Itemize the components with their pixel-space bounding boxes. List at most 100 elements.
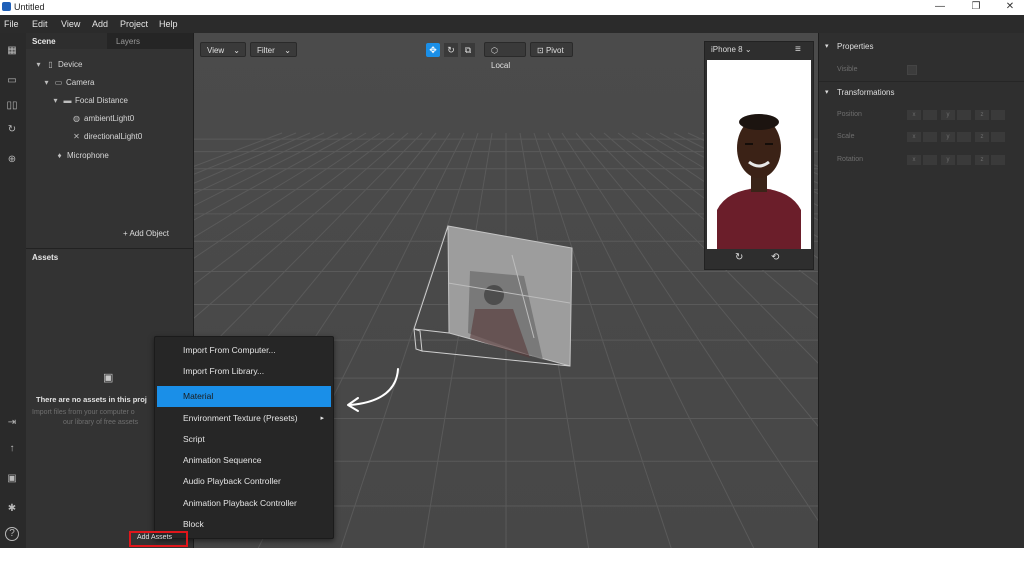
minimize-button[interactable]: — — [925, 0, 955, 15]
rotation-z-value[interactable] — [991, 155, 1005, 165]
position-y-value[interactable] — [957, 110, 971, 120]
submenu-arrow-icon: ▸ — [320, 415, 324, 422]
collapse-arrow-icon[interactable]: ▾ — [825, 88, 829, 96]
rotation-z-field[interactable]: z — [975, 155, 989, 165]
tree-item-device[interactable]: ▾ ▯ Device — [26, 58, 201, 72]
rotation-label: Rotation — [837, 156, 864, 163]
menu-item-audio-playback-controller[interactable]: Audio Playback Controller — [155, 471, 333, 492]
maximize-button[interactable]: ❐ — [961, 0, 991, 15]
tree-item-focal-distance[interactable]: ▾ ▬ Focal Distance — [26, 94, 218, 108]
left-toolstrip: ▦ ▭ ▯▯ ↻ ⊕ ⇥ ↑ ▣ ✱ ? — [0, 33, 27, 548]
position-label: Position — [837, 111, 862, 118]
bottom-margin — [0, 548, 1024, 576]
tree-item-camera[interactable]: ▾ ▭ Camera — [26, 76, 209, 90]
menu-bar: File Edit View Add Project Help — [0, 15, 1024, 33]
rotation-x-field[interactable]: x — [907, 155, 921, 165]
chevron-down-icon: ⌄ — [284, 46, 291, 55]
menu-item-animation-sequence[interactable]: Animation Sequence — [155, 450, 333, 471]
device-select[interactable]: iPhone 8 ⌄ — [711, 45, 752, 54]
filter-dropdown[interactable]: Filter ⌄ — [250, 42, 297, 57]
grid-icon[interactable]: ▦ — [5, 45, 19, 57]
scale-label: Scale — [837, 133, 855, 140]
scale-x-field[interactable]: x — [907, 132, 921, 142]
upload-icon[interactable]: ↑ — [5, 443, 19, 455]
chevron-down-icon: ⌄ — [744, 45, 752, 54]
close-button[interactable]: ✕ — [995, 0, 1024, 15]
divider — [819, 81, 1024, 82]
scale-y-field[interactable]: y — [941, 132, 955, 142]
position-z-field[interactable]: z — [975, 110, 989, 120]
menu-item-animation-playback-controller[interactable]: Animation Playback Controller — [155, 493, 333, 514]
view-dropdown[interactable]: View ⌄ — [200, 42, 246, 57]
cube-icon: ⬡ — [491, 46, 498, 55]
properties-panel: ▾ Properties Visible ▾ Transformations P… — [818, 33, 1024, 548]
annotation-arrow — [347, 368, 399, 412]
rotation-y-value[interactable] — [957, 155, 971, 165]
rotation-y-field[interactable]: y — [941, 155, 955, 165]
rotate-tool-icon[interactable]: ↻ — [444, 43, 458, 57]
directional-light-icon: ✕ — [73, 132, 80, 141]
assets-empty-hint-2: our library of free assets — [63, 419, 139, 426]
add-assets-button[interactable]: Add Assets — [129, 531, 188, 547]
expand-arrow-icon[interactable]: ▾ — [42, 76, 51, 90]
folder-add-icon[interactable]: ▣ — [5, 473, 19, 485]
flip-camera-icon[interactable]: ↻ — [735, 252, 743, 263]
scale-z-field[interactable]: z — [975, 132, 989, 142]
collapse-arrow-icon[interactable]: ▾ — [825, 42, 829, 50]
menu-help[interactable]: Help — [159, 19, 178, 29]
help-icon[interactable]: ? — [5, 527, 19, 541]
device-icon: ▯ — [48, 60, 53, 69]
zoom-icon[interactable]: ⊕ — [5, 154, 19, 166]
send-to-device-icon[interactable]: ⇥ — [5, 417, 19, 429]
chevron-down-icon: ⌄ — [233, 46, 240, 55]
scene-panel: Scene Layers ▾ ▯ Device ▾ ▭ Camera ▾ ▬ Focal D… — [26, 33, 194, 248]
visible-checkbox[interactable] — [907, 65, 917, 75]
hamburger-menu-icon[interactable]: ≡ — [795, 44, 801, 55]
menu-item-environment-texture[interactable]: Environment Texture (Presets) ▸ — [155, 408, 333, 429]
position-x-value[interactable] — [923, 110, 937, 120]
menu-item-material[interactable]: Material — [157, 386, 331, 407]
tab-layers[interactable]: Layers — [116, 37, 140, 46]
globe-light-icon: ◍ — [73, 114, 80, 123]
refresh-icon[interactable]: ↻ — [5, 124, 19, 136]
menu-project[interactable]: Project — [120, 19, 148, 29]
camera-icon: ▭ — [54, 78, 63, 87]
menu-edit[interactable]: Edit — [32, 19, 48, 29]
scale-z-value[interactable] — [991, 132, 1005, 142]
local-toggle[interactable]: ⬡ Local — [484, 42, 526, 70]
position-z-value[interactable] — [991, 110, 1005, 120]
position-y-field[interactable]: y — [941, 110, 955, 120]
rotation-x-value[interactable] — [923, 155, 937, 165]
tree-item-microphone[interactable]: ♦ Microphone — [26, 149, 222, 163]
menu-item-import-from-library[interactable]: Import From Library... — [155, 361, 333, 382]
patch-editor-icon[interactable]: ▯▯ — [5, 100, 19, 112]
bug-icon[interactable]: ✱ — [5, 503, 19, 515]
expand-arrow-icon[interactable]: ▾ — [51, 94, 60, 108]
menu-item-script[interactable]: Script — [155, 429, 333, 450]
assets-empty-hint-1: Import files from your computer o — [32, 409, 135, 416]
title-bar: Untitled — ❐ ✕ — [0, 0, 1024, 15]
move-tool-icon[interactable]: ✥ — [426, 43, 440, 57]
menu-view[interactable]: View — [61, 19, 80, 29]
scale-tool-icon[interactable]: ⧉ — [461, 43, 475, 57]
menu-file[interactable]: File — [4, 19, 19, 29]
menu-add[interactable]: Add — [92, 19, 108, 29]
app-logo-icon — [2, 2, 11, 11]
visible-label: Visible — [837, 66, 858, 73]
rotate-device-icon[interactable]: ⟲ — [771, 252, 779, 263]
menu-item-import-from-computer[interactable]: Import From Computer... — [155, 340, 333, 361]
expand-arrow-icon[interactable]: ▾ — [34, 58, 43, 72]
position-x-field[interactable]: x — [907, 110, 921, 120]
tab-scene[interactable]: Scene — [32, 37, 56, 46]
device-preview: iPhone 8 ⌄ ≡ ↻ ⟲ — [704, 41, 814, 270]
window-title: Untitled — [14, 2, 45, 12]
add-assets-label: Add Assets — [137, 534, 173, 541]
microphone-icon: ♦ — [57, 151, 62, 160]
pivot-toggle[interactable]: ⊡ Pivot — [530, 42, 573, 57]
add-object-button[interactable]: + Add Object — [123, 229, 169, 238]
video-camera-icon[interactable]: ▭ — [5, 75, 19, 87]
scale-x-value[interactable] — [923, 132, 937, 142]
assets-title: Assets — [32, 253, 59, 262]
scale-y-value[interactable] — [957, 132, 971, 142]
transformations-title: Transformations — [837, 88, 895, 97]
